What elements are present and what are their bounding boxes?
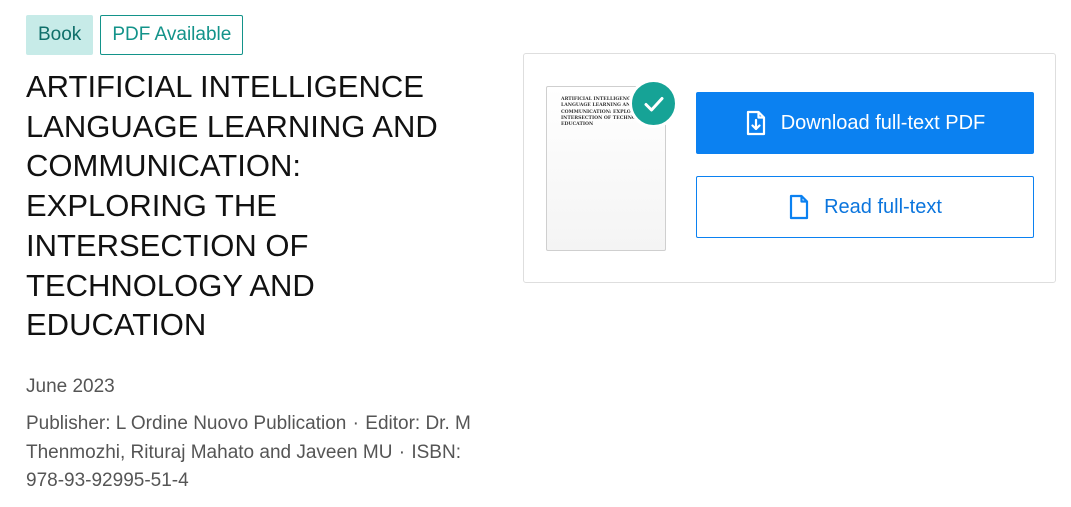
- publisher-text: Publisher: L Ordine Nuovo Publication: [26, 413, 347, 434]
- badge-group: Book PDF Available: [26, 15, 244, 55]
- download-fulltext-button[interactable]: Download full-text PDF: [696, 92, 1034, 154]
- read-button-label: Read full-text: [824, 195, 942, 218]
- publication-date: June 2023: [26, 376, 115, 397]
- check-icon: [629, 79, 678, 128]
- meta-separator: ·: [398, 441, 406, 463]
- fulltext-card: ARTIFICIAL INTELLIGENCE LANGUAGE LEARNIN…: [523, 53, 1056, 283]
- read-fulltext-button[interactable]: Read full-text: [696, 176, 1034, 238]
- publication-title: ARTIFICIAL INTELLIGENCE LANGUAGE LEARNIN…: [26, 69, 438, 343]
- file-icon: [788, 194, 810, 220]
- badge-book: Book: [26, 15, 94, 55]
- download-button-label: Download full-text PDF: [780, 111, 986, 134]
- meta-separator: ·: [352, 413, 359, 434]
- badge-pdf-available: PDF Available: [100, 15, 244, 55]
- file-download-icon: [745, 110, 767, 136]
- publication-meta: Publisher: L Ordine Nuovo Publication · …: [26, 410, 476, 496]
